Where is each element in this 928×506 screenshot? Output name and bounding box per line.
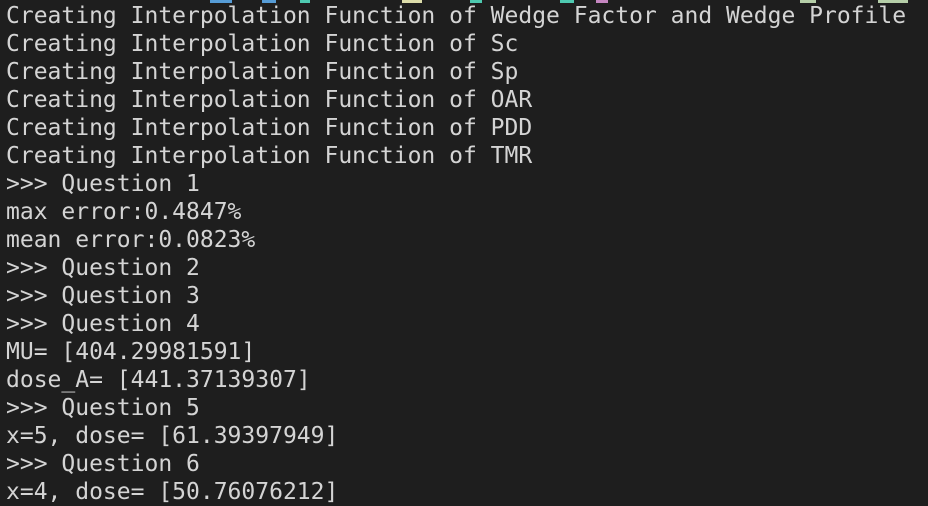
terminal-window[interactable]: Creating Interpolation Function of Wedge… <box>0 0 928 506</box>
prompt-line: >>> Question 3 <box>6 283 200 309</box>
output-line: Creating Interpolation Function of PDD <box>6 115 533 141</box>
prompt-line: >>> Question 5 <box>6 395 200 421</box>
prompt-line: >>> Question 6 <box>6 451 200 477</box>
output-line: Creating Interpolation Function of OAR <box>6 87 533 113</box>
output-line: dose_A= [441.37139307] <box>6 367 311 393</box>
output-line: x=4, dose= [50.76076212] <box>6 479 339 505</box>
output-line: Creating Interpolation Function of Sc <box>6 31 519 57</box>
output-line: Creating Interpolation Function of Sp <box>6 59 519 85</box>
output-line: mean error:0.0823% <box>6 227 256 253</box>
output-line: Creating Interpolation Function of TMR <box>6 143 533 169</box>
output-line: Creating Interpolation Function of Wedge… <box>6 3 907 29</box>
prompt-line: >>> Question 4 <box>6 311 200 337</box>
output-line: MU= [404.29981591] <box>6 339 256 365</box>
terminal-output: Creating Interpolation Function of Wedge… <box>6 2 926 506</box>
output-line: x=5, dose= [61.39397949] <box>6 423 339 449</box>
prompt-line: >>> Question 1 <box>6 171 200 197</box>
prompt-line: >>> Question 2 <box>6 255 200 281</box>
output-line: max error:0.4847% <box>6 199 242 225</box>
